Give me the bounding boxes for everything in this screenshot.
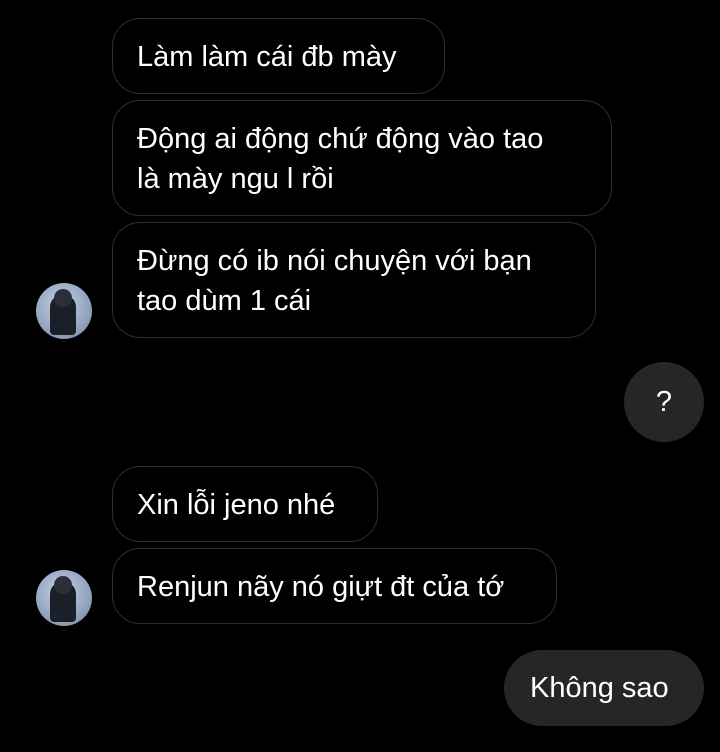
message-bubble-outgoing[interactable]: Không sao: [504, 650, 704, 726]
message-bubble-incoming[interactable]: Làm làm cái đb mày: [112, 18, 445, 94]
message-bubble-outgoing[interactable]: ?: [624, 362, 704, 442]
contact-avatar[interactable]: [36, 570, 92, 626]
message-text: là mày ngu l rồi: [137, 163, 334, 195]
message-text: Không sao: [530, 672, 669, 704]
message-bubble-incoming[interactable]: Xin lỗi jeno nhé: [112, 466, 378, 542]
message-text: Xin lỗi jeno nhé: [137, 489, 336, 521]
contact-avatar[interactable]: [36, 283, 92, 339]
message-bubble-incoming[interactable]: Đừng có ib nói chuyện với bạn tao dùm 1 …: [112, 222, 596, 338]
avatar-head: [54, 289, 72, 307]
avatar-head: [54, 576, 72, 594]
message-text: ?: [655, 386, 673, 418]
message-text: tao dùm 1 cái: [137, 285, 312, 317]
message-text: Động ai động chứ động vào tao: [137, 123, 544, 155]
message-text: Làm làm cái đb mày: [137, 41, 397, 73]
message-text: Đừng có ib nói chuyện với bạn: [137, 245, 532, 277]
message-text: Renjun nãy nó giựt đt của tớ: [137, 571, 505, 603]
message-bubble-incoming[interactable]: Renjun nãy nó giựt đt của tớ: [112, 548, 557, 624]
message-bubble-incoming[interactable]: Động ai động chứ động vào tao là mày ngu…: [112, 100, 612, 216]
